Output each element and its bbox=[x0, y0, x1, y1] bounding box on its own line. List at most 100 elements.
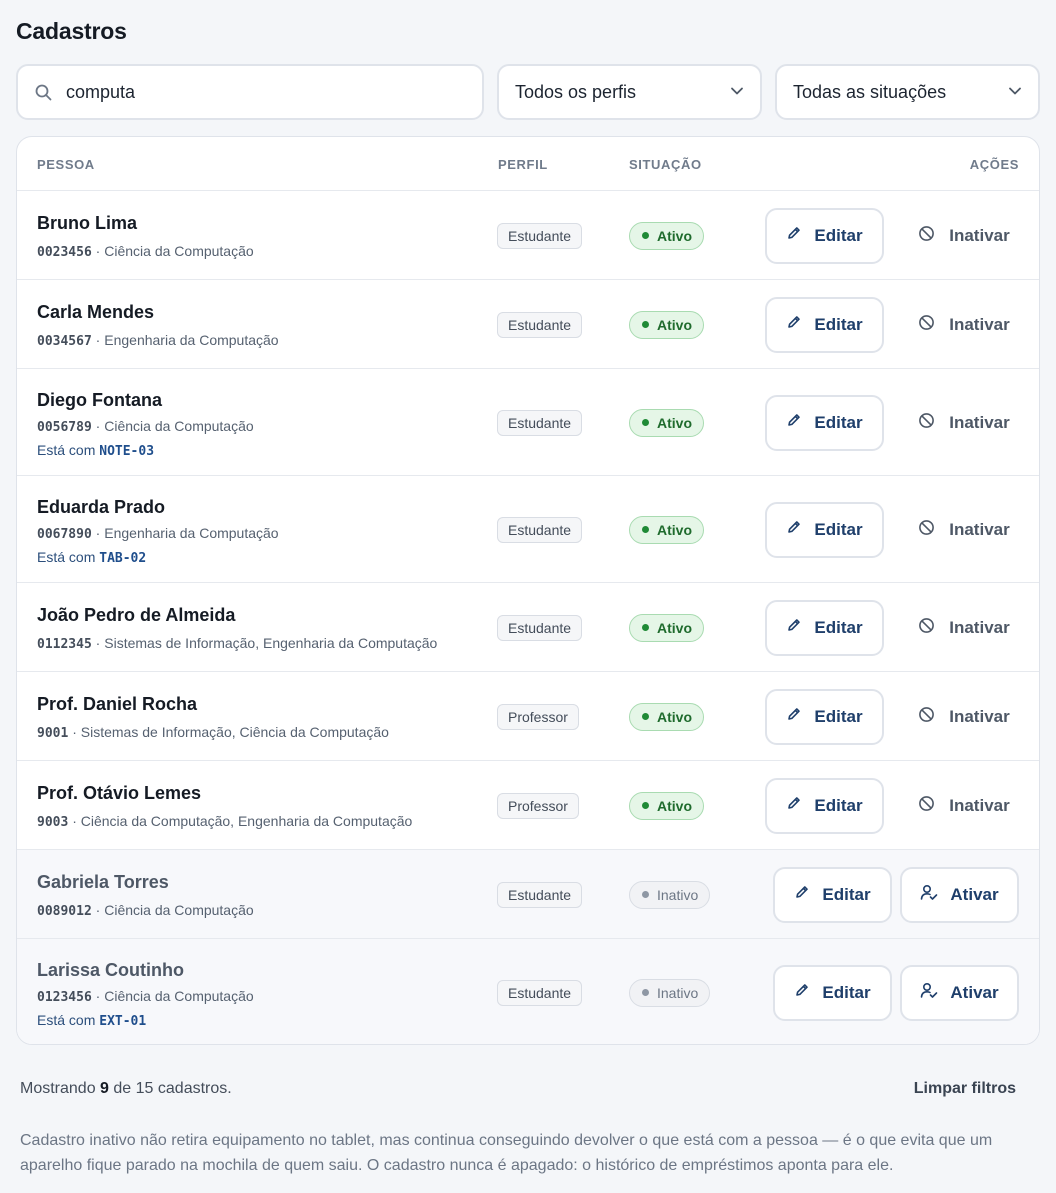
status-label: Ativo bbox=[657, 521, 692, 538]
pencil-icon bbox=[794, 884, 810, 905]
deactivate-button[interactable]: Inativar bbox=[905, 689, 1023, 745]
profile-badge: Estudante bbox=[497, 516, 583, 543]
person-details: 0056789 · Ciência da Computação bbox=[37, 418, 254, 435]
activate-button[interactable]: Ativar bbox=[900, 866, 1019, 923]
deactivate-button[interactable]: Inativar bbox=[905, 502, 1023, 558]
profile-filter-select[interactable]: Todos os perfis bbox=[497, 64, 762, 120]
user-check-icon bbox=[920, 884, 938, 906]
person-code: 9001 bbox=[37, 726, 69, 741]
deactivate-label: Inativar bbox=[949, 706, 1010, 726]
equipment-label: Está com bbox=[37, 1012, 96, 1028]
edit-button[interactable]: Editar bbox=[765, 599, 884, 656]
person-courses: Ciência da Computação, Engenharia da Com… bbox=[80, 813, 413, 829]
person-name: João Pedro de Almeida bbox=[37, 605, 236, 625]
results-count-suffix: de 15 cadastros. bbox=[113, 1080, 232, 1097]
status-dot-icon bbox=[642, 526, 649, 533]
table-row: Carla Mendes 0034567 · Engenharia da Comp… bbox=[17, 280, 1039, 369]
edit-button[interactable]: Editar bbox=[765, 501, 884, 558]
ban-icon bbox=[918, 314, 935, 336]
person-details: 0123456 · Ciência da Computação bbox=[37, 988, 254, 1005]
deactivate-label: Inativar bbox=[949, 795, 1010, 815]
deactivate-label: Inativar bbox=[949, 314, 1010, 334]
person-details: 0067890 · Engenharia da Computação bbox=[37, 525, 279, 542]
person-name: Bruno Lima bbox=[37, 213, 138, 233]
deactivate-button[interactable]: Inativar bbox=[905, 778, 1023, 834]
status-badge: Ativo bbox=[629, 791, 704, 820]
person-equipment: Está com TAB-02 bbox=[37, 549, 146, 566]
edit-label: Editar bbox=[814, 225, 863, 245]
edit-button[interactable]: Editar bbox=[773, 964, 892, 1021]
profile-badge: Professor bbox=[497, 792, 579, 819]
clear-filters-link[interactable]: Limpar filtros bbox=[914, 1080, 1016, 1098]
status-badge: Ativo bbox=[629, 613, 704, 642]
status-badge: Inativo bbox=[629, 880, 711, 909]
ban-icon bbox=[918, 706, 935, 728]
edit-button[interactable]: Editar bbox=[765, 688, 884, 745]
status-badge: Ativo bbox=[629, 515, 704, 544]
person-equipment: Está com NOTE-03 bbox=[37, 442, 154, 459]
person-code: 0067890 bbox=[37, 527, 92, 542]
edit-button[interactable]: Editar bbox=[765, 296, 884, 353]
status-dot-icon bbox=[642, 321, 649, 328]
edit-button[interactable]: Editar bbox=[765, 394, 884, 451]
person-code: 0123456 bbox=[37, 990, 92, 1005]
page-title: Cadastros bbox=[16, 18, 127, 44]
edit-label: Editar bbox=[814, 795, 863, 815]
profile-badge: Estudante bbox=[497, 979, 583, 1006]
table-body: Bruno Lima 0023456 · Ciência da Computaçã… bbox=[17, 191, 1039, 1044]
table-row: Diego Fontana 0056789 · Ciência da Comput… bbox=[17, 369, 1039, 476]
status-label: Ativo bbox=[657, 797, 692, 814]
deactivate-button[interactable]: Inativar bbox=[905, 395, 1023, 451]
person-details: 9003 · Ciência da Computação, Engenharia… bbox=[37, 813, 413, 830]
person-name: Prof. Daniel Rocha bbox=[37, 694, 198, 714]
pencil-icon bbox=[786, 617, 802, 638]
person-code: 9003 bbox=[37, 815, 69, 830]
search-box[interactable] bbox=[16, 64, 484, 120]
deactivate-button[interactable]: Inativar bbox=[905, 208, 1023, 264]
table-row: João Pedro de Almeida 0112345 · Sistemas … bbox=[17, 583, 1039, 672]
people-table: PESSOA PERFIL SITUAÇÃO AÇÕES Bruno Lima 0… bbox=[16, 136, 1040, 1045]
edit-label: Editar bbox=[822, 982, 871, 1002]
equipment-code: TAB-02 bbox=[99, 551, 147, 566]
search-input[interactable] bbox=[66, 81, 446, 103]
person-code: 0034567 bbox=[37, 334, 92, 349]
profile-badge: Professor bbox=[497, 703, 579, 730]
status-badge: Ativo bbox=[629, 408, 704, 437]
person-details: 0112345 · Sistemas de Informação, Engenh… bbox=[37, 635, 438, 652]
deactivate-label: Inativar bbox=[949, 225, 1010, 245]
profile-filter-value: Todos os perfis bbox=[515, 81, 637, 102]
status-dot-icon bbox=[642, 989, 649, 996]
edit-button[interactable]: Editar bbox=[765, 777, 884, 834]
search-icon bbox=[34, 83, 52, 101]
person-name: Gabriela Torres bbox=[37, 872, 169, 892]
profile-badge: Estudante bbox=[497, 222, 583, 249]
chevron-down-icon bbox=[730, 82, 744, 103]
status-badge: Ativo bbox=[629, 702, 704, 731]
header-status: SITUAÇÃO bbox=[629, 157, 702, 172]
edit-label: Editar bbox=[814, 617, 863, 637]
ban-icon bbox=[918, 412, 935, 434]
equipment-label: Está com bbox=[37, 549, 96, 565]
header-profile: PERFIL bbox=[498, 157, 548, 172]
deactivate-button[interactable]: Inativar bbox=[905, 600, 1023, 656]
header-actions: AÇÕES bbox=[969, 157, 1019, 172]
results-count-number: 9 bbox=[100, 1080, 109, 1097]
person-code: 0023456 bbox=[37, 245, 92, 260]
activate-button[interactable]: Ativar bbox=[900, 964, 1019, 1021]
ban-icon bbox=[918, 225, 935, 247]
table-row: Bruno Lima 0023456 · Ciência da Computaçã… bbox=[17, 191, 1039, 280]
status-label: Ativo bbox=[657, 619, 692, 636]
profile-badge: Estudante bbox=[497, 881, 583, 908]
edit-button[interactable]: Editar bbox=[773, 866, 892, 923]
deactivate-button[interactable]: Inativar bbox=[905, 297, 1023, 353]
edit-label: Editar bbox=[814, 412, 863, 432]
edit-label: Editar bbox=[814, 519, 863, 539]
person-code: 0112345 bbox=[37, 637, 92, 652]
edit-button[interactable]: Editar bbox=[765, 207, 884, 264]
person-details: 0034567 · Engenharia da Computação bbox=[37, 332, 279, 349]
chevron-down-icon bbox=[1008, 82, 1022, 103]
person-details: 0089012 · Ciência da Computação bbox=[37, 902, 254, 919]
activate-label: Ativar bbox=[950, 884, 999, 904]
pencil-icon bbox=[794, 982, 810, 1003]
status-filter-select[interactable]: Todas as situações bbox=[775, 64, 1040, 120]
